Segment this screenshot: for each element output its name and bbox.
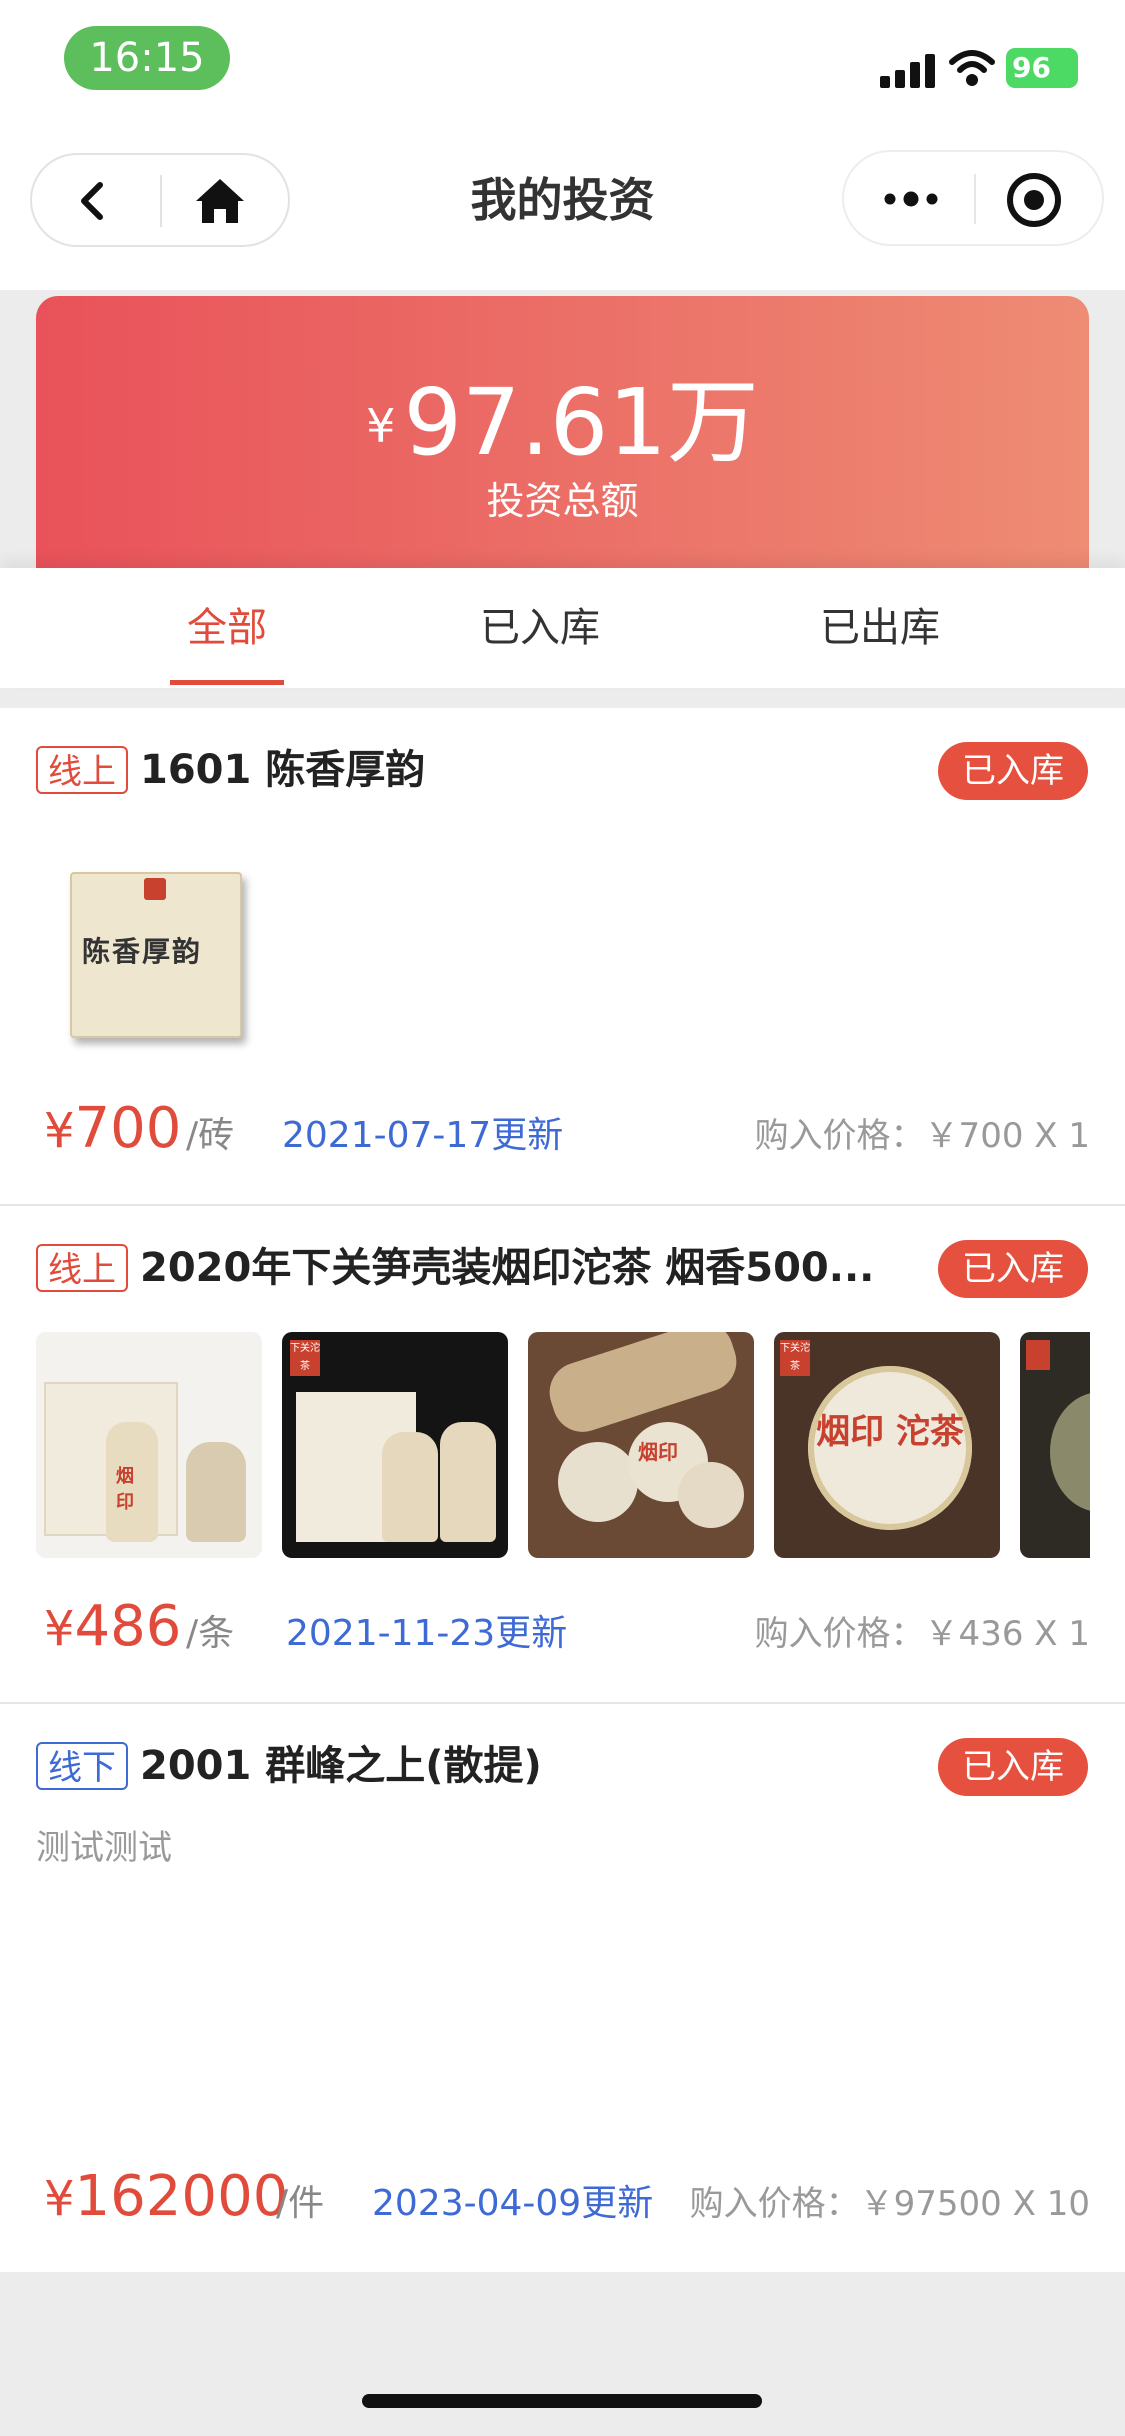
bamboo-wrap-image (541, 1332, 745, 1440)
brand-stamp (1026, 1340, 1050, 1370)
tea-pouch-image (382, 1432, 438, 1542)
wifi-icon (948, 48, 996, 88)
page-title: 我的投资 (470, 173, 655, 227)
purchase-price: 购入价格：￥97500 X 10 (689, 2184, 1090, 2224)
current-price: ¥162000 (44, 2164, 288, 2229)
nav-capsule-right (842, 150, 1104, 246)
capsule-divider (974, 174, 976, 224)
product-image[interactable]: 下关沱茶 (282, 1332, 508, 1558)
price-currency: ¥ (44, 2171, 75, 2227)
price-value: 700 (74, 1096, 182, 1161)
product-image[interactable] (1020, 1332, 1090, 1558)
back-button[interactable] (66, 173, 122, 229)
update-date: 2021-07-17更新 (282, 1115, 564, 1156)
tea-pouch-image (186, 1442, 246, 1542)
tab-active-indicator (170, 680, 284, 685)
price-unit: /砖 (186, 1115, 235, 1156)
total-amount-value: 97.61万 (403, 369, 759, 476)
status-badge: 已入库 (938, 1738, 1088, 1796)
current-price: ¥486 (44, 1594, 181, 1659)
battery-icon: 96 (1006, 48, 1078, 88)
price-value: 486 (74, 1594, 182, 1659)
tea-ball-image (558, 1442, 638, 1522)
status-badge: 已入库 (938, 742, 1088, 800)
tea-ball-image (678, 1462, 744, 1528)
product-image[interactable]: 烟印 (36, 1332, 262, 1558)
pouch-label: 烟印 (116, 1466, 134, 1513)
status-badge: 已入库 (938, 1240, 1088, 1298)
tea-ball-label: 烟印 (638, 1440, 678, 1464)
brand-logo (144, 878, 166, 900)
product-image[interactable]: 陈香厚韵 (36, 838, 262, 1064)
tab-in-stock[interactable]: 已入库 (440, 568, 640, 688)
home-button[interactable] (190, 171, 250, 231)
chevron-left-icon (81, 182, 103, 220)
channel-tag: 线上 (36, 1244, 128, 1292)
battery-level: 96 (1012, 51, 1051, 84)
close-miniprogram-button[interactable] (1004, 170, 1064, 230)
tea-ball-label: 烟印 沱茶 (816, 1412, 964, 1452)
channel-tag: 线上 (36, 746, 128, 794)
more-button[interactable] (878, 174, 944, 224)
tea-box-image: 陈香厚韵 (70, 872, 242, 1038)
price-unit: /件 (276, 2183, 325, 2224)
update-date: 2021-11-23更新 (286, 1613, 568, 1654)
tab-all[interactable]: 全部 (130, 568, 324, 688)
status-time: 16:15 (64, 26, 230, 90)
nav-capsule-left (30, 153, 290, 247)
capsule-divider (160, 175, 162, 227)
total-amount: ¥97.61万 (0, 348, 1125, 481)
home-indicator (362, 2394, 762, 2408)
tea-pouch-image (440, 1422, 496, 1542)
more-dots-icon (884, 191, 938, 207)
brand-stamp: 下关沱茶 (290, 1340, 320, 1376)
signal-icon (880, 52, 936, 88)
tea-cake-image (1050, 1392, 1090, 1512)
brand-stamp: 下关沱茶 (780, 1340, 810, 1376)
purchase-price: 购入价格：￥700 X 1 (754, 1116, 1090, 1156)
price-currency: ¥ (44, 1601, 75, 1657)
item-note: 测试测试 (36, 1828, 172, 1868)
product-image[interactable]: 下关沱茶 烟印 沱茶 (774, 1332, 1000, 1558)
price-value: 162000 (74, 2164, 289, 2229)
box-label-text: 陈香厚韵 (82, 935, 203, 968)
currency-symbol: ¥ (366, 399, 396, 453)
total-amount-label: 投资总额 (486, 479, 639, 523)
item-title: 2020年下关笋壳装烟印沱茶 烟香500... (140, 1245, 875, 1291)
target-icon (1007, 173, 1061, 227)
price-unit: /条 (186, 1613, 235, 1654)
current-price: ¥700 (44, 1096, 181, 1161)
purchase-price: 购入价格：￥436 X 1 (754, 1614, 1090, 1654)
tab-out-stock[interactable]: 已出库 (780, 568, 980, 688)
channel-tag: 线下 (36, 1742, 128, 1790)
item-title: 2001 群峰之上(散提) (140, 1743, 542, 1789)
product-image[interactable]: 烟印 (528, 1332, 754, 1558)
home-icon (196, 179, 244, 223)
price-currency: ¥ (44, 1103, 75, 1159)
update-date: 2023-04-09更新 (372, 2183, 654, 2224)
item-title: 1601 陈香厚韵 (140, 747, 426, 793)
